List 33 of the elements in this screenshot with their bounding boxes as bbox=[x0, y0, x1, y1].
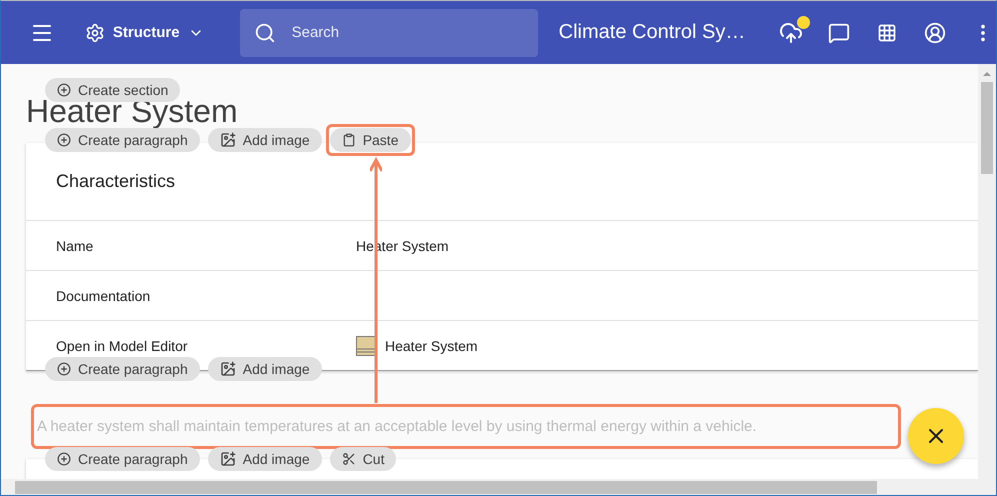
paragraph-text: A heater system shall maintain temperatures at an acceptable level by using thermal energy within a vehicle. bbox=[37, 418, 757, 435]
create-chip[interactable]: Create paragraph bbox=[45, 447, 200, 471]
property-label: Documentation bbox=[56, 288, 152, 304]
model-icon bbox=[356, 336, 376, 356]
section-menu[interactable]: Structure bbox=[84, 22, 204, 42]
create-section-chip[interactable]: Create section bbox=[45, 78, 180, 102]
plus-circle-icon bbox=[57, 133, 71, 147]
search-icon bbox=[254, 22, 276, 44]
search-field[interactable]: Search bbox=[240, 8, 538, 56]
clipboard-icon bbox=[342, 133, 356, 147]
image-chip[interactable]: Add image bbox=[208, 357, 322, 381]
image-chip[interactable]: Add image bbox=[208, 447, 322, 471]
plus-circle-icon bbox=[57, 362, 71, 376]
plus-circle-icon bbox=[57, 452, 71, 466]
image-chip[interactable]: Add image bbox=[208, 128, 322, 152]
property-label: Name bbox=[56, 238, 94, 254]
cut-chip[interactable]: Cut bbox=[330, 447, 396, 471]
add-image-icon bbox=[220, 451, 236, 467]
close-fab[interactable] bbox=[908, 408, 964, 464]
scissors-icon bbox=[342, 452, 356, 466]
add-image-icon bbox=[220, 361, 236, 377]
horizontal-scrollbar[interactable] bbox=[1, 479, 978, 495]
create-chip[interactable]: Create paragraph bbox=[45, 357, 200, 381]
paste-chip[interactable]: Paste bbox=[330, 128, 410, 152]
add-image-icon bbox=[220, 132, 236, 148]
cloud-upload-icon[interactable] bbox=[779, 20, 804, 44]
property-label: Open in Model Editor bbox=[56, 338, 189, 354]
gear-icon bbox=[84, 22, 105, 42]
plus-circle-icon bbox=[57, 83, 71, 97]
vertical-scrollbar[interactable] bbox=[978, 64, 996, 495]
project-title: Climate Control Sy… bbox=[558, 21, 746, 44]
search-input[interactable]: Search bbox=[290, 23, 510, 42]
model-link[interactable]: Heater System bbox=[385, 338, 478, 354]
